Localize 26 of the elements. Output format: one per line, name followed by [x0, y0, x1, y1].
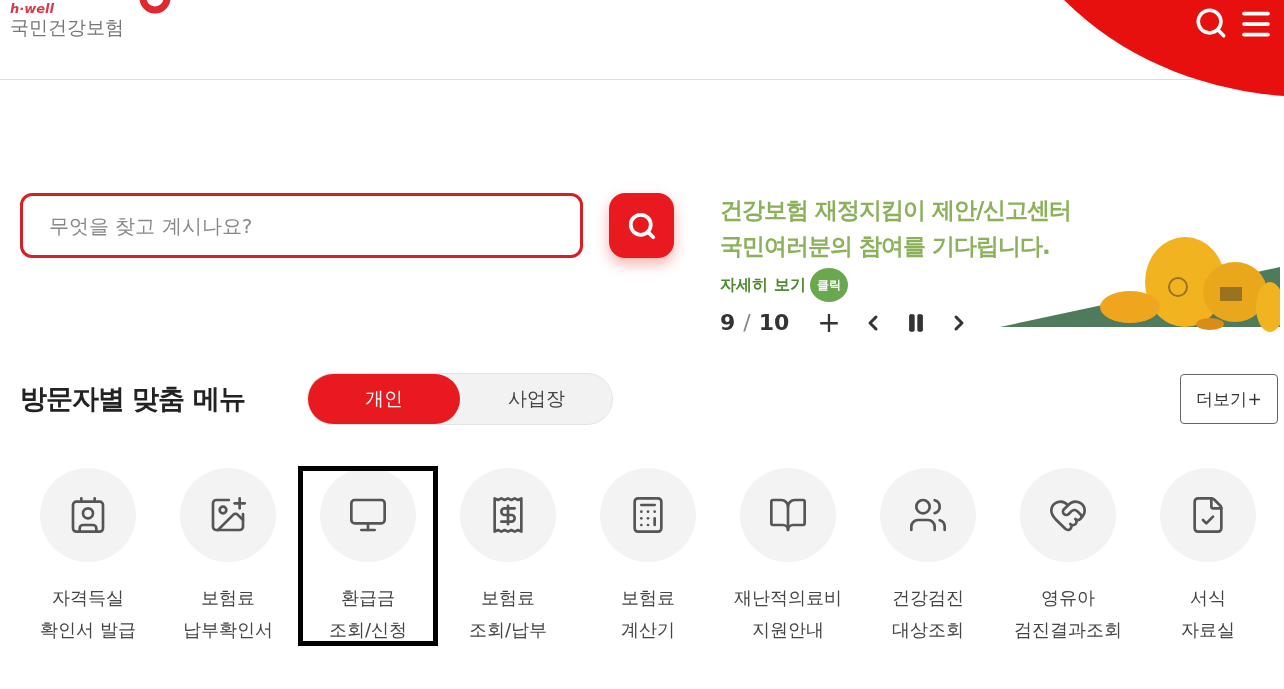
banner-headline: 국민여러분의 참여를 기다립니다.	[720, 232, 1051, 261]
visitor-tab[interactable]: 개인	[308, 374, 460, 424]
search-field[interactable]: 무엇을 찾고 계시나요?	[20, 193, 583, 258]
menu-label[interactable]: 보험료 납부확인서	[183, 582, 273, 646]
menu-label[interactable]: 재난적의료비 지원안내	[734, 582, 842, 646]
add-button[interactable]: +	[811, 306, 847, 339]
menu-label[interactable]: 자격득실 확인서 발급	[40, 582, 136, 646]
menu-label[interactable]: 서식 자료실	[1181, 582, 1235, 646]
search-button[interactable]	[609, 193, 674, 258]
slide-total: 10	[758, 310, 790, 335]
visitor-tab[interactable]: 사업장	[460, 374, 612, 424]
details-link[interactable]: 자세히 보기	[720, 274, 806, 296]
menu-label[interactable]: 건강검진 대상조회	[892, 582, 964, 646]
search-icon[interactable]	[1194, 6, 1228, 40]
menu-label[interactable]: 보험료 계산기	[621, 582, 675, 646]
more-button[interactable]: 더보기+	[1180, 374, 1278, 424]
section-title: 방문자별 맞춤 메뉴	[20, 382, 246, 416]
logo-tagline: h·well	[10, 2, 55, 16]
banner-headline: 건강보험 재정지킴이 제안/신고센터	[720, 196, 1073, 225]
slide-separator: /	[743, 310, 751, 335]
slide-current: 9	[720, 310, 736, 335]
menu-label[interactable]: 보험료 조회/납부	[468, 582, 548, 646]
logo-name[interactable]: 국민건강보험	[10, 16, 124, 38]
menu-label[interactable]: 영유아 검진결과조회	[1014, 582, 1122, 646]
search-icon	[626, 210, 657, 241]
menu-label[interactable]: 환급금 조회/신청	[328, 582, 408, 646]
